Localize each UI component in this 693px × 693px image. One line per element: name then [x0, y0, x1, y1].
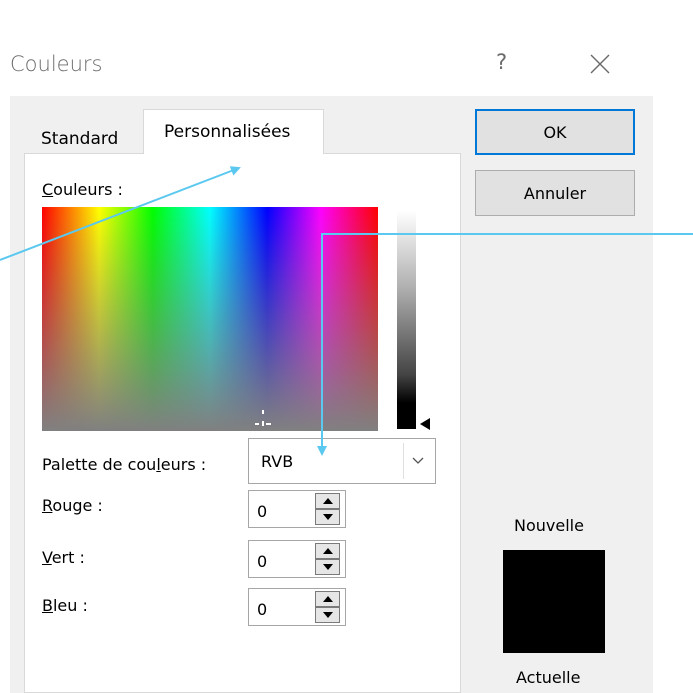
arrow-down-icon	[322, 612, 333, 618]
red-field[interactable]: 0	[248, 490, 346, 528]
new-color-label: Nouvelle	[514, 516, 584, 535]
blue-decrement-button[interactable]	[315, 607, 340, 623]
palette-label: Palette de couleurs :	[42, 455, 207, 474]
blue-field[interactable]: 0	[248, 588, 346, 626]
color-spectrum[interactable]	[42, 207, 378, 431]
help-button[interactable]: ?	[496, 50, 526, 80]
arrow-up-icon	[322, 596, 333, 602]
green-decrement-button[interactable]	[315, 559, 340, 575]
green-field[interactable]: 0	[248, 540, 346, 578]
arrow-down-icon	[322, 564, 333, 570]
arrow-up-icon	[322, 548, 333, 554]
dialog-title: Couleurs	[10, 52, 103, 76]
luminance-slider[interactable]	[397, 211, 416, 429]
ok-button[interactable]: OK	[475, 109, 635, 155]
palette-select[interactable]: RVB	[248, 438, 436, 484]
tab-personnalisees[interactable]: Personnalisées	[143, 109, 324, 154]
red-label: Rouge :	[42, 496, 103, 515]
red-value: 0	[257, 502, 268, 521]
tab-standard[interactable]: Standard	[32, 124, 142, 156]
blue-label: Bleu :	[42, 596, 88, 615]
crosshair-icon	[255, 410, 271, 426]
arrow-down-icon	[322, 514, 333, 520]
blue-increment-button[interactable]	[315, 591, 340, 607]
green-increment-button[interactable]	[315, 543, 340, 559]
current-color-label: Actuelle	[516, 668, 581, 687]
red-increment-button[interactable]	[315, 493, 340, 509]
close-button[interactable]	[580, 46, 620, 82]
close-icon	[590, 54, 610, 74]
palette-select-value: RVB	[261, 452, 294, 471]
chevron-down-icon	[412, 457, 423, 464]
green-label: Vert :	[42, 548, 85, 567]
green-value: 0	[257, 552, 268, 571]
luminance-pointer-icon[interactable]	[420, 418, 430, 430]
colors-label: Couleurs :	[42, 180, 123, 199]
color-preview-swatch	[503, 550, 605, 653]
palette-dropdown-button[interactable]	[403, 443, 431, 479]
blue-value: 0	[257, 600, 268, 619]
cancel-button[interactable]: Annuler	[475, 170, 635, 216]
arrow-up-icon	[322, 498, 333, 504]
red-decrement-button[interactable]	[315, 509, 340, 525]
